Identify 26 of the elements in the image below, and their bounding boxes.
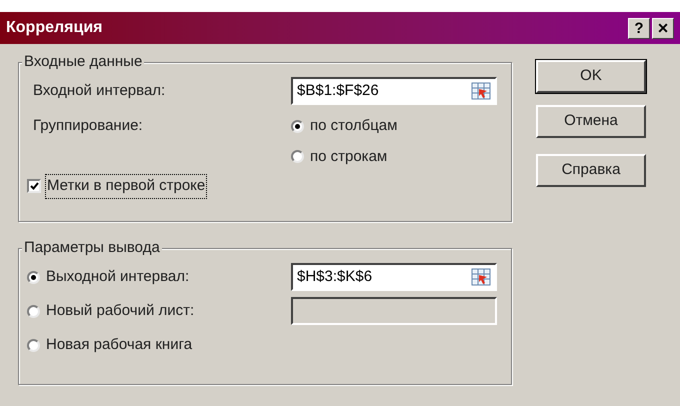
radio-label: Выходной интервал: bbox=[46, 266, 190, 287]
radio-button[interactable] bbox=[291, 120, 304, 133]
dialog-button[interactable]: OK bbox=[536, 60, 646, 93]
dialog-button[interactable]: Отмена bbox=[536, 105, 646, 138]
window-title: Корреляция bbox=[6, 18, 104, 38]
field-label: Входной интервал: bbox=[33, 80, 166, 101]
radio-button[interactable] bbox=[291, 150, 304, 164]
close-button[interactable]: × bbox=[652, 18, 674, 38]
radio-label: по столбцам bbox=[310, 116, 398, 136]
range-picker-icon[interactable] bbox=[471, 268, 491, 286]
field-label: Группирование: bbox=[33, 116, 144, 136]
checkmark-icon bbox=[30, 182, 38, 190]
radio-button[interactable] bbox=[27, 304, 40, 318]
range-picker-icon[interactable] bbox=[471, 82, 491, 100]
radio-button[interactable] bbox=[27, 338, 40, 352]
radio-label: по строкам bbox=[310, 146, 388, 166]
checkbox[interactable] bbox=[27, 179, 41, 194]
range-field[interactable]: $B$1:$F$26 bbox=[291, 77, 497, 105]
range-field[interactable]: $H$3:$K$6 bbox=[291, 263, 497, 291]
radio-button[interactable] bbox=[27, 270, 40, 284]
radio-label: Новая рабочая книга bbox=[46, 334, 192, 355]
checkbox-label: Метки в первой строке bbox=[45, 174, 208, 198]
help-button[interactable]: ? bbox=[628, 18, 650, 38]
radio-label: Новый рабочий лист: bbox=[46, 300, 194, 321]
dialog-button[interactable]: Справка bbox=[536, 154, 646, 187]
range-field[interactable] bbox=[291, 297, 497, 325]
